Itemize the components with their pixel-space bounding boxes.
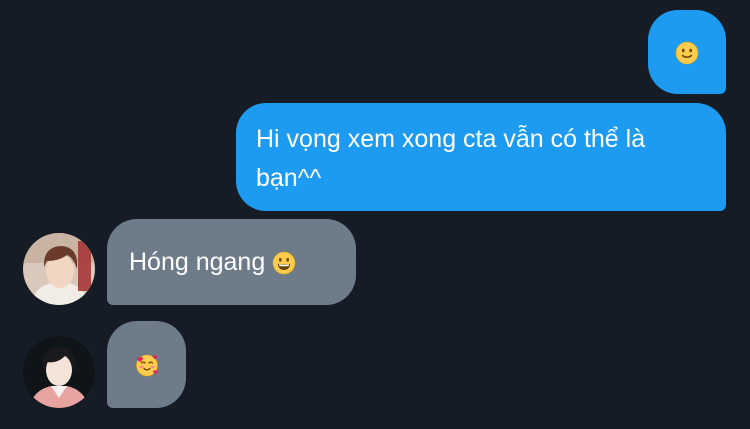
avatar[interactable]: [23, 336, 95, 408]
avatar[interactable]: [23, 233, 95, 305]
message-text: Hóng ngang: [129, 247, 273, 276]
message-text: Hi vọng xem xong cta vẫn có thể là bạn^^: [256, 125, 646, 192]
grinning-face-icon: [272, 243, 296, 282]
incoming-message-bubble[interactable]: Hóng ngang: [107, 219, 356, 305]
smiling-face-with-hearts-icon: [135, 345, 159, 384]
outgoing-message-bubble[interactable]: Hi vọng xem xong cta vẫn có thể là bạn^^: [236, 103, 726, 211]
slightly-smiling-face-icon: [675, 33, 699, 72]
outgoing-message-bubble[interactable]: [648, 10, 726, 94]
incoming-message-bubble[interactable]: [107, 321, 186, 408]
chat-thread: Hi vọng xem xong cta vẫn có thể là bạn^^…: [0, 0, 750, 429]
